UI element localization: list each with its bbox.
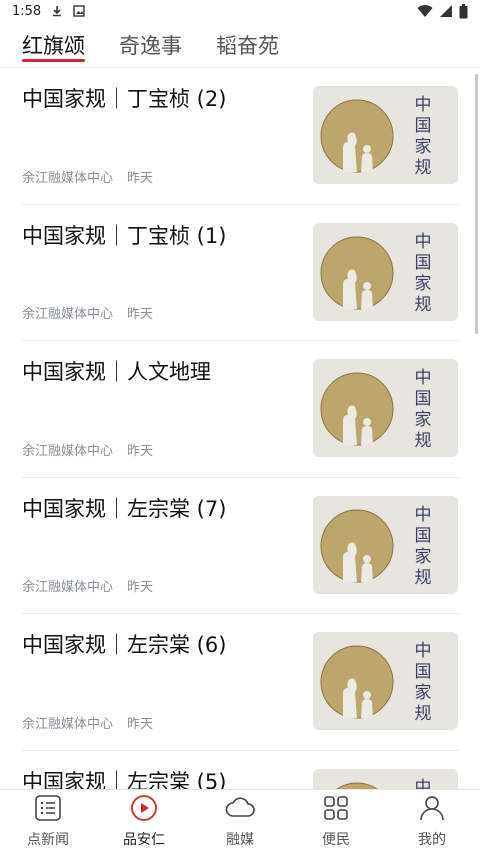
thumb-char: 家 xyxy=(415,274,432,294)
article-thumbnail: 中国家规 xyxy=(313,495,458,594)
article-thumbnail: 中国家规 xyxy=(313,222,458,321)
article-item[interactable]: 中国家规｜左宗棠 (7) 余江融媒体中心 昨天 中国家规 xyxy=(22,478,460,614)
article-thumbnail: 中国家规 xyxy=(313,768,458,790)
nav-item-rongmei[interactable]: 融媒 xyxy=(192,790,288,853)
nav-label: 便民 xyxy=(322,832,350,848)
article-thumbnail: 中国家规 xyxy=(313,359,458,457)
article-time: 昨天 xyxy=(127,307,154,322)
article-title: 中国家规｜左宗棠 (6) xyxy=(22,633,227,657)
thumb-char: 中 xyxy=(415,232,432,252)
thumb-char: 国 xyxy=(415,526,432,546)
nav-label: 融媒 xyxy=(226,832,254,848)
article-source: 余江融媒体中心 xyxy=(22,170,114,186)
nav-item-news[interactable]: 点新闻 xyxy=(0,790,96,853)
article-time: 昨天 xyxy=(127,170,154,186)
article-time: 昨天 xyxy=(127,443,154,459)
article-title: 中国家规｜左宗棠 (5) xyxy=(22,769,227,790)
tab-taofenyuan[interactable]: 韬奋苑 xyxy=(216,22,279,68)
thumb-char: 国 xyxy=(415,116,432,136)
grid-apps-icon xyxy=(322,794,350,826)
cloud-icon xyxy=(224,794,256,826)
article-thumbnail: 中国家规 xyxy=(313,632,458,730)
download-icon xyxy=(51,5,63,17)
article-source: 余江融媒体中心 xyxy=(22,307,114,322)
signal-icon xyxy=(439,4,453,18)
nav-item-bianmin[interactable]: 便民 xyxy=(288,790,384,853)
thumb-char: 规 xyxy=(415,431,432,451)
thumb-char: 家 xyxy=(415,683,432,703)
nav-label: 品安仁 xyxy=(123,832,165,848)
article-title: 中国家规｜人文地理 xyxy=(22,360,211,384)
user-icon xyxy=(418,794,446,826)
news-list-icon xyxy=(34,794,62,826)
thumb-char: 国 xyxy=(415,253,432,273)
article-item[interactable]: 中国家规｜丁宝桢 (2) 余江融媒体中心 昨天 中国家规 xyxy=(22,68,460,205)
battery-icon xyxy=(459,3,468,19)
thumb-char: 家 xyxy=(415,410,432,430)
article-meta: 余江融媒体中心 昨天 xyxy=(22,167,153,186)
article-item[interactable]: 中国家规｜左宗棠 (6) 余江融媒体中心 昨天 中国家规 xyxy=(22,614,460,751)
play-circle-icon xyxy=(130,794,158,826)
thumb-char: 规 xyxy=(415,295,432,315)
article-source: 余江融媒体中心 xyxy=(22,580,114,595)
thumb-char: 中 xyxy=(415,641,432,661)
article-item[interactable]: 中国家规｜左宗棠 (5) 中国家规 xyxy=(22,751,460,790)
wifi-icon xyxy=(417,4,433,18)
article-time: 昨天 xyxy=(127,580,154,595)
article-meta: 余江融媒体中心 昨天 xyxy=(22,576,153,595)
thumb-char: 国 xyxy=(415,662,432,682)
gallery-notification-icon xyxy=(73,5,85,17)
thumb-char: 中 xyxy=(415,778,432,790)
article-title: 中国家规｜丁宝桢 (2) xyxy=(22,87,227,111)
thumb-char: 家 xyxy=(415,547,432,567)
article-meta: 余江融媒体中心 昨天 xyxy=(22,303,153,322)
thumb-char: 中 xyxy=(415,95,432,115)
article-time: 昨天 xyxy=(127,716,154,732)
article-title: 中国家规｜丁宝桢 (1) xyxy=(22,223,227,248)
nav-item-pinanren[interactable]: 品安仁 xyxy=(96,790,192,853)
article-title: 中国家规｜左宗棠 (7) xyxy=(22,496,227,521)
thumb-char: 规 xyxy=(415,568,432,588)
tab-hongqisong[interactable]: 红旗颂 xyxy=(22,22,85,68)
thumb-char: 规 xyxy=(415,704,432,724)
article-item[interactable]: 中国家规｜人文地理 余江融媒体中心 昨天 中国家规 xyxy=(22,341,460,478)
article-thumbnail: 中国家规 xyxy=(313,86,458,184)
scrollbar[interactable] xyxy=(475,74,478,334)
thumb-char: 国 xyxy=(415,389,432,409)
channel-tabs: 红旗颂 奇逸事 韬奋苑 xyxy=(0,22,480,68)
thumb-char: 中 xyxy=(415,505,432,525)
nav-item-mine[interactable]: 我的 xyxy=(384,790,480,853)
article-source: 余江融媒体中心 xyxy=(22,443,114,459)
status-bar: 1:58 xyxy=(0,0,480,22)
status-time: 1:58 xyxy=(12,3,42,19)
article-item[interactable]: 中国家规｜丁宝桢 (1) 余江融媒体中心 昨天 中国家规 xyxy=(22,205,460,341)
thumb-char: 规 xyxy=(415,158,432,178)
nav-label: 我的 xyxy=(418,832,446,848)
bottom-nav: 点新闻 品安仁 融媒 便民 我的 xyxy=(0,789,480,853)
article-meta: 余江融媒体中心 昨天 xyxy=(22,713,153,732)
article-source: 余江融媒体中心 xyxy=(22,716,114,732)
nav-label: 点新闻 xyxy=(27,832,69,848)
thumb-char: 家 xyxy=(415,137,432,157)
thumb-char: 中 xyxy=(415,368,432,388)
tab-qiyishi[interactable]: 奇逸事 xyxy=(119,22,182,68)
article-meta: 余江融媒体中心 昨天 xyxy=(22,440,153,459)
article-feed[interactable]: 中国家规｜丁宝桢 (2) 余江融媒体中心 昨天 中国家规 中国家规｜丁宝桢 (1… xyxy=(0,68,480,789)
